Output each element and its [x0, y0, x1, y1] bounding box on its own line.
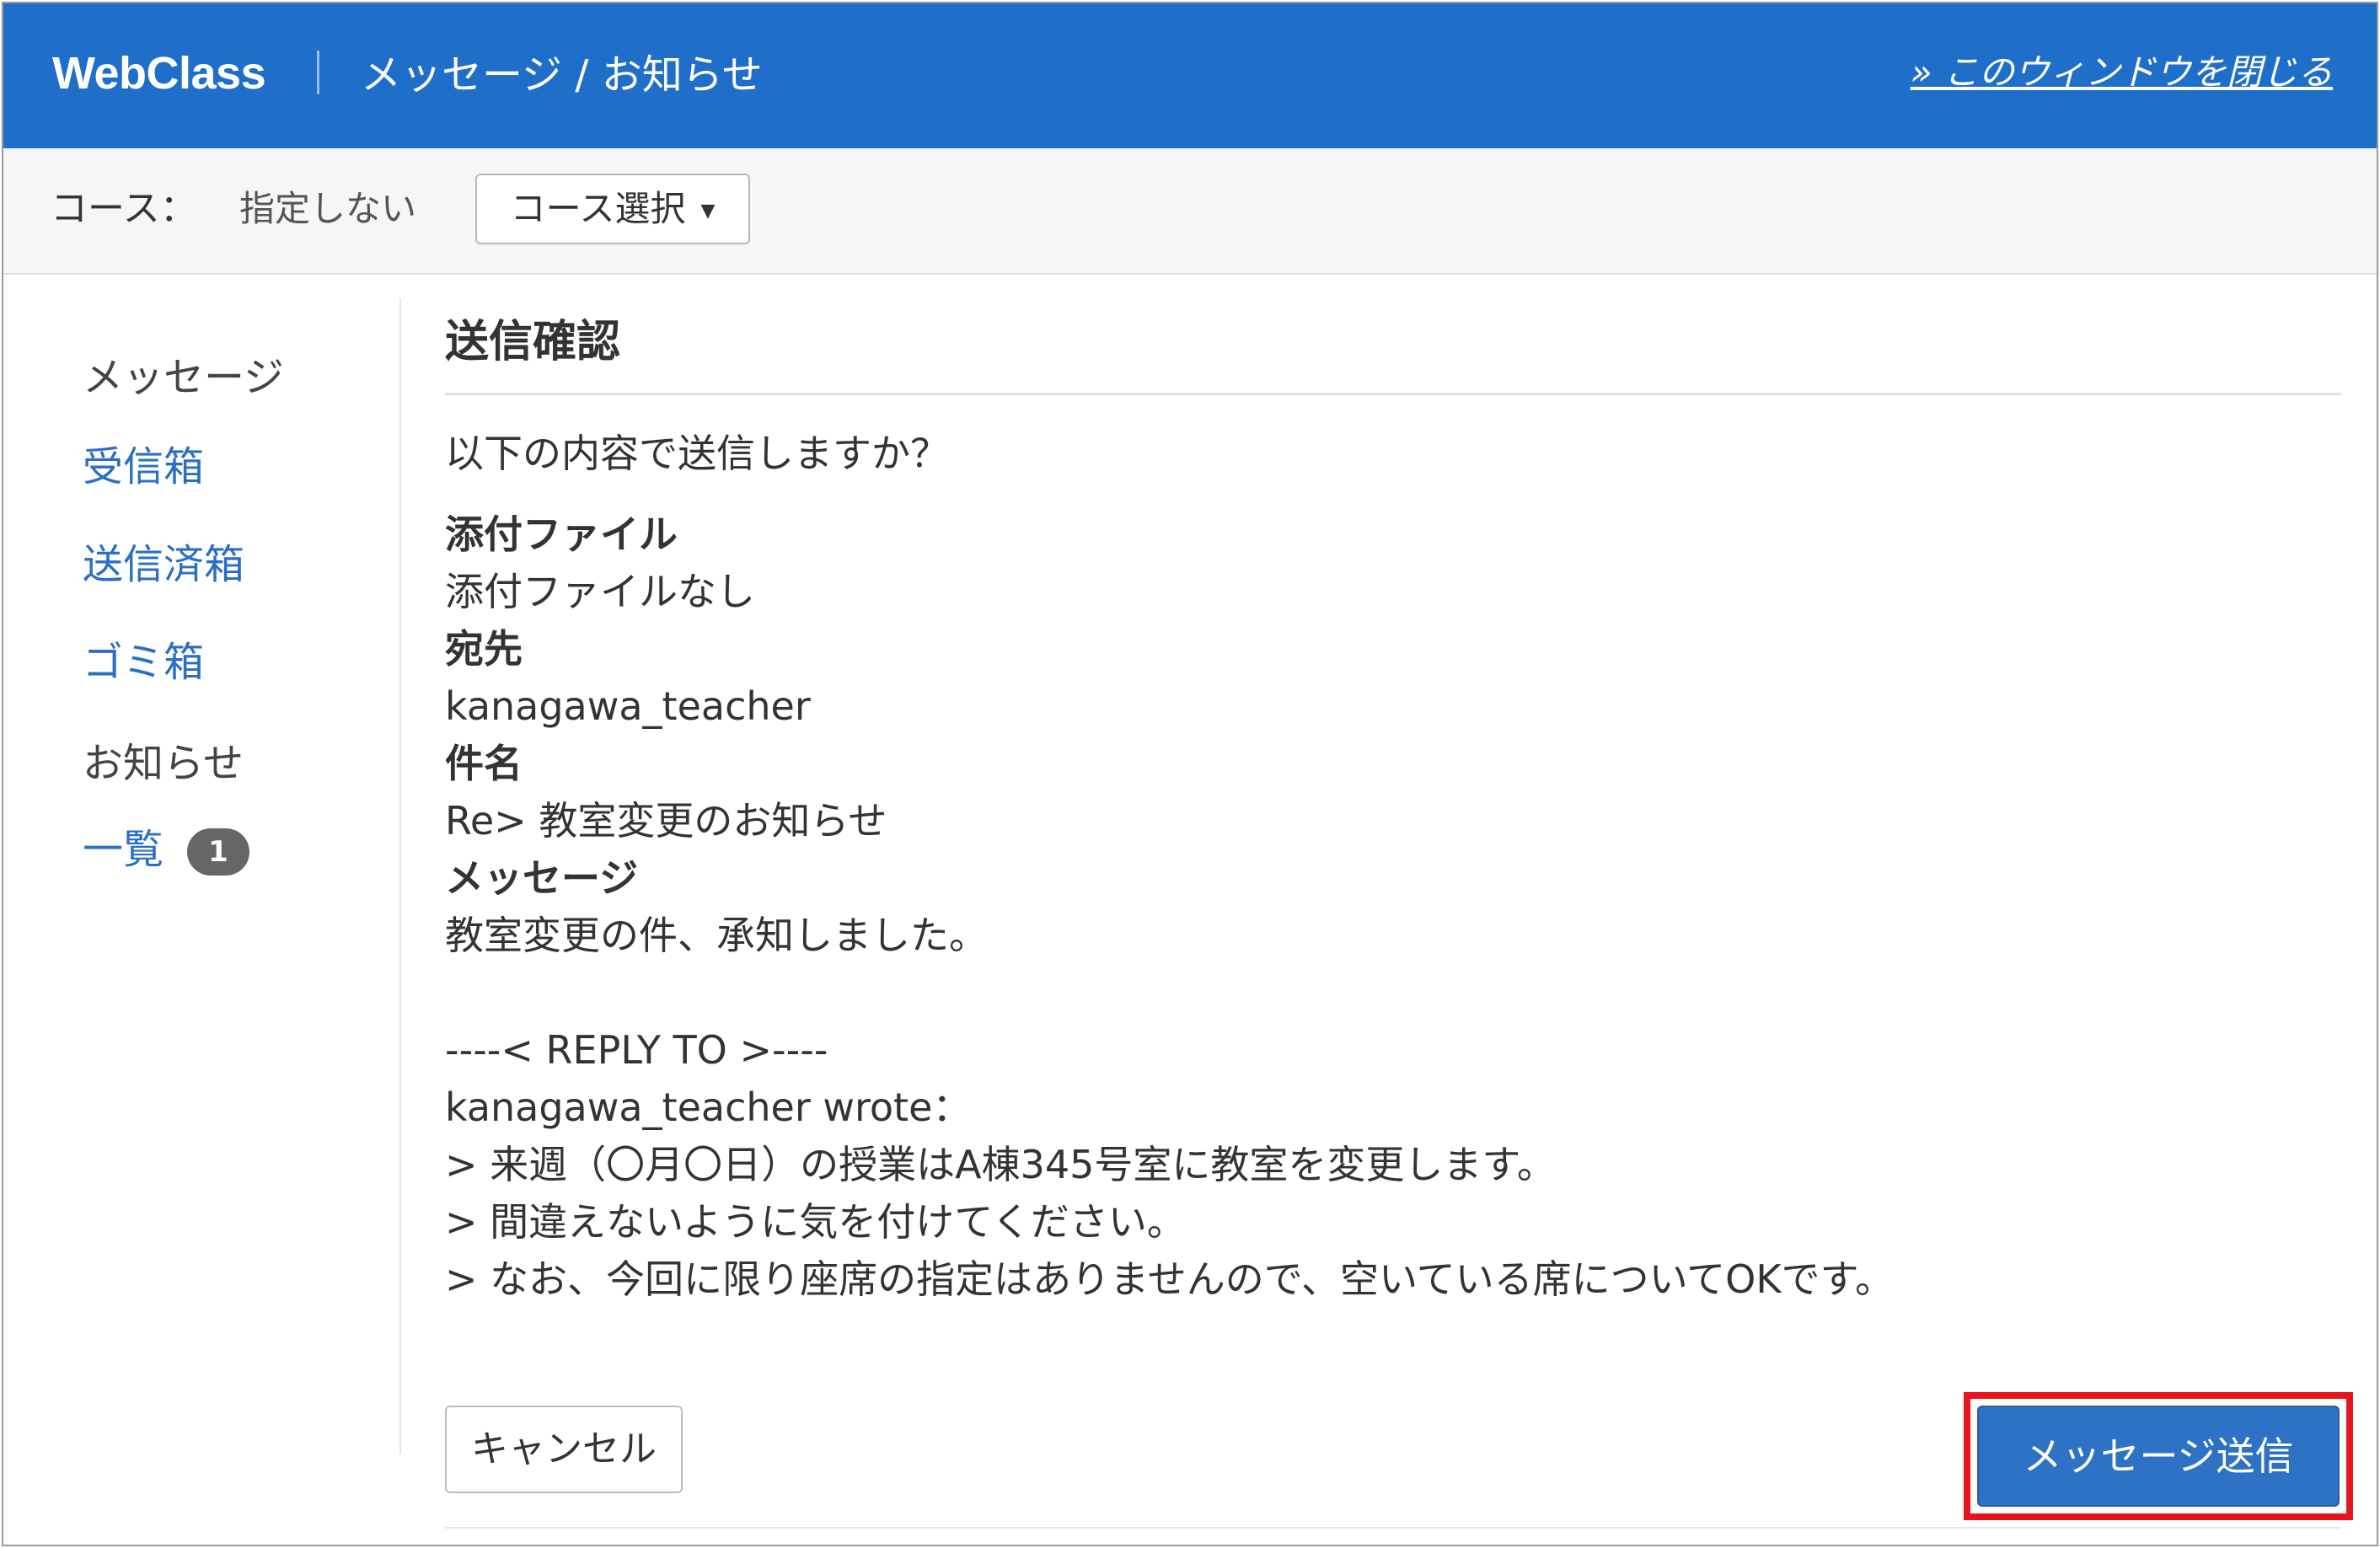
attachment-label: 添付ファイル: [445, 512, 678, 557]
message-body-line: kanagawa_teacher wrote：: [445, 1085, 972, 1130]
sidebar-item-trash[interactable]: ゴミ箱: [83, 635, 204, 689]
message-label: メッセージ: [445, 855, 639, 901]
sidebar-heading-message: メッセージ: [83, 354, 285, 401]
header-divider: [317, 51, 319, 94]
course-value: 指定しない: [239, 188, 417, 229]
sidebar-item-notice-list[interactable]: 一覧 1: [83, 822, 250, 876]
subject-value: Re> 教室変更のお知らせ: [445, 798, 887, 844]
page-title: 送信確認: [445, 317, 621, 367]
footer-divider: [445, 1527, 2341, 1529]
recipient-value: kanagawa_teacher: [445, 683, 811, 729]
close-window-link[interactable]: » このウィンドウを閉じる: [1911, 47, 2333, 98]
cancel-button[interactable]: キャンセル: [445, 1406, 683, 1493]
sidebar-divider: [399, 298, 401, 1454]
message-body-line: > 間違えないように気を付けてください。: [445, 1199, 1186, 1245]
sidebar-item-sent[interactable]: 送信済箱: [83, 538, 244, 592]
sidebar-heading-notice: お知らせ: [83, 740, 244, 787]
course-select-label: コース選択: [510, 188, 686, 229]
title-divider: [445, 393, 2341, 395]
message-body-line: 教室変更の件、承知しました。: [445, 913, 988, 958]
course-label: コース：: [51, 187, 197, 230]
message-body-line: > 来週（〇月〇日）の授業はA棟345号室に教室を変更します。: [445, 1142, 1556, 1187]
send-message-button[interactable]: メッセージ送信: [1977, 1406, 2340, 1507]
course-bar: コース： 指定しない コース選択 ▼: [3, 148, 2377, 275]
confirm-prompt: 以下の内容で送信しますか？: [445, 431, 949, 476]
page-section-title: メッセージ / お知らせ: [361, 51, 763, 99]
sidebar-item-label: 一覧: [83, 826, 164, 873]
message-body-line: ----< REPLY TO >----: [445, 1027, 828, 1073]
sidebar-item-inbox[interactable]: 受信箱: [83, 440, 204, 494]
subject-label: 件名: [445, 741, 523, 786]
unread-count-badge: 1: [187, 828, 250, 876]
brand-logo: WebClass: [52, 48, 266, 99]
app-header: WebClass メッセージ / お知らせ » このウィンドウを閉じる: [3, 3, 2377, 148]
caret-down-icon: ▼: [700, 200, 716, 222]
message-body-line: > なお、今回に限り座席の指定はありませんので、空いている席についてOKです。: [445, 1256, 1894, 1302]
recipient-label: 宛先: [445, 626, 523, 672]
attachment-value: 添付ファイルなし: [445, 569, 755, 614]
sidebar: メッセージ 受信箱 送信済箱 ゴミ箱 お知らせ 一覧 1: [3, 275, 399, 1454]
course-select-button[interactable]: コース選択 ▼: [475, 174, 750, 244]
webclass-window: WebClass メッセージ / お知らせ » このウィンドウを閉じる コース：…: [2, 2, 2378, 1546]
